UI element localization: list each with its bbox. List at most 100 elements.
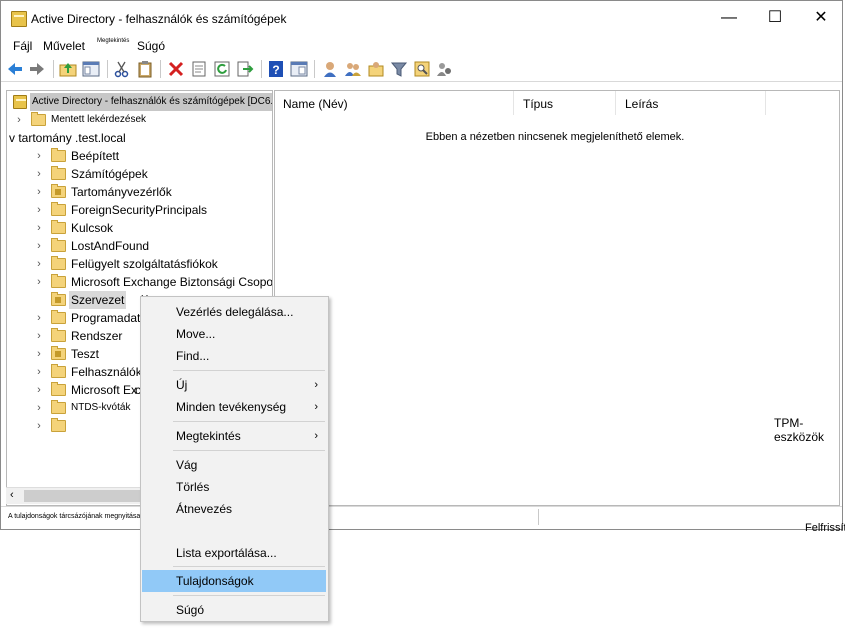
chevron-right-icon[interactable]: › (34, 183, 44, 201)
menu-item-move[interactable]: Move... (142, 323, 326, 345)
column-divider[interactable] (513, 91, 514, 115)
menu-item-rename[interactable]: Átnevezés (142, 498, 326, 520)
menu-separator (173, 370, 325, 371)
ad-root-icon (13, 95, 27, 109)
column-divider[interactable] (615, 91, 616, 115)
chevron-right-icon[interactable]: › (14, 111, 24, 129)
chevron-right-icon[interactable]: › (34, 417, 44, 435)
tree-item-label[interactable]: Felhasználók (71, 363, 142, 381)
chevron-right-icon[interactable]: › (34, 309, 44, 327)
tree-item-label[interactable]: Beépített (71, 147, 119, 165)
menu-item-empty[interactable] (142, 520, 326, 542)
close-button[interactable]: ✕ (798, 1, 844, 35)
tree-root-label[interactable]: Active Directory - felhasználók és számí… (30, 93, 272, 111)
menu-item-cut[interactable]: Vág (142, 454, 326, 476)
chevron-right-icon[interactable]: › (34, 201, 44, 219)
menu-item-delete[interactable]: Törlés (142, 476, 326, 498)
menu-item-label: Tulajdonságok (176, 574, 254, 588)
tree-item-label[interactable]: NTDS-kvóták (71, 399, 130, 417)
menu-item-label: Új (176, 378, 188, 392)
filter-icon[interactable] (390, 60, 408, 78)
ou-icon[interactable] (367, 60, 385, 78)
menu-item-label: Súgó (176, 603, 205, 617)
minimize-button[interactable]: — (706, 1, 752, 35)
chevron-right-icon[interactable]: › (34, 147, 44, 165)
menu-action[interactable]: Művelet (43, 39, 85, 53)
chevron-right-icon[interactable]: › (34, 255, 44, 273)
folder-icon (51, 148, 66, 162)
tree-item-label[interactable]: Rendszer (71, 327, 122, 345)
tree-item-label[interactable]: Kulcsok (71, 219, 113, 237)
context-menu: Vezérlés delegálása... Move... Find... Ú… (140, 296, 329, 622)
forward-icon[interactable] (28, 60, 46, 78)
chevron-right-icon[interactable]: › (34, 381, 44, 399)
ad-app-icon (11, 11, 27, 27)
refresh-icon[interactable] (213, 60, 231, 78)
folder-icon (51, 382, 66, 396)
tree-item-label[interactable]: LostAndFound (71, 237, 149, 255)
clipboard-icon[interactable] (136, 60, 154, 78)
scrollbar-thumb[interactable] (24, 490, 149, 502)
chevron-right-icon[interactable]: › (34, 273, 44, 291)
svg-text:?: ? (272, 63, 279, 77)
tree-domain-label[interactable]: v tartomány .test.local (9, 129, 126, 147)
window-title: Active Directory - felhasználók és számí… (31, 12, 287, 26)
chevron-right-icon[interactable]: › (34, 399, 44, 417)
console-icon[interactable] (290, 60, 308, 78)
chevron-right-icon[interactable]: › (34, 219, 44, 237)
menu-file[interactable]: Fájl (13, 39, 32, 53)
column-divider[interactable] (765, 91, 766, 115)
column-header-type[interactable]: Típus (523, 91, 553, 113)
menu-item-new[interactable]: Új › (142, 374, 326, 396)
folder-icon (51, 220, 66, 234)
user-icon[interactable] (321, 60, 339, 78)
folder-icon (51, 400, 66, 414)
properties-icon[interactable] (190, 60, 208, 78)
help-icon[interactable]: ? (267, 60, 285, 78)
back-icon[interactable] (6, 60, 24, 78)
menu-item-view[interactable]: Megtekintés › (142, 425, 326, 447)
chevron-right-icon[interactable]: › (34, 237, 44, 255)
menu-item-delegate-control[interactable]: Vezérlés delegálása... (142, 301, 326, 323)
chevron-right-icon: › (314, 430, 318, 442)
export-icon[interactable] (236, 60, 254, 78)
chevron-right-icon[interactable]: › (34, 363, 44, 381)
menu-item-properties[interactable]: Tulajdonságok (142, 570, 326, 592)
tree-item-label[interactable]: Microsoft Ex (71, 381, 137, 399)
tree-item-label[interactable]: Microsoft Exchange Biztonsági Csoportok (71, 273, 272, 291)
chevron-right-icon: › (314, 401, 318, 413)
detail-pane[interactable]: Name (Név) Típus Leírás Ebben a nézetben… (274, 90, 840, 506)
menu-item-help[interactable]: Súgó (142, 599, 326, 621)
delete-icon[interactable] (167, 60, 185, 78)
column-header-name[interactable]: Name (Név) (283, 91, 348, 113)
menu-item-export-list[interactable]: Lista exportálása... (142, 542, 326, 564)
show-tree-icon[interactable] (82, 60, 100, 78)
tree-item-label[interactable]: Teszt (71, 345, 99, 363)
chevron-right-icon[interactable]: › (34, 327, 44, 345)
toolbar-separator (160, 60, 161, 78)
title-bar[interactable]: Active Directory - felhasználók és számí… (1, 1, 842, 35)
tree-item-label[interactable]: Felügyelt szolgáltatásfiókok (71, 255, 218, 273)
maximize-button[interactable]: ☐ (752, 1, 798, 35)
delegate-icon[interactable] (436, 60, 454, 78)
column-header-description[interactable]: Leírás (625, 91, 658, 113)
scroll-left-icon[interactable]: ‹ (10, 488, 14, 503)
menu-view[interactable]: Megtekintés (97, 38, 129, 44)
tree-item-label[interactable]: Tartományvezérlők (71, 183, 172, 201)
find-icon[interactable] (413, 60, 431, 78)
group-icon[interactable] (344, 60, 362, 78)
tree-item-label[interactable]: Számítógépek (71, 165, 148, 183)
cut-icon[interactable] (113, 60, 131, 78)
menu-separator (173, 450, 325, 451)
tree-item-label[interactable]: Mentett lekérdezések (51, 111, 146, 129)
toolbar: ? (1, 57, 842, 82)
menu-help[interactable]: Súgó (137, 39, 165, 53)
chevron-right-icon[interactable]: › (34, 165, 44, 183)
chevron-right-icon[interactable]: › (34, 345, 44, 363)
tree-item-label[interactable]: Szervezet (69, 291, 127, 309)
menu-item-find[interactable]: Find... (142, 345, 326, 367)
ou-folder-icon (51, 292, 66, 306)
tree-item-label[interactable]: ForeignSecurityPrincipals (71, 201, 207, 219)
up-folder-icon[interactable] (59, 60, 77, 78)
menu-item-all-tasks[interactable]: Minden tevékenység › (142, 396, 326, 418)
